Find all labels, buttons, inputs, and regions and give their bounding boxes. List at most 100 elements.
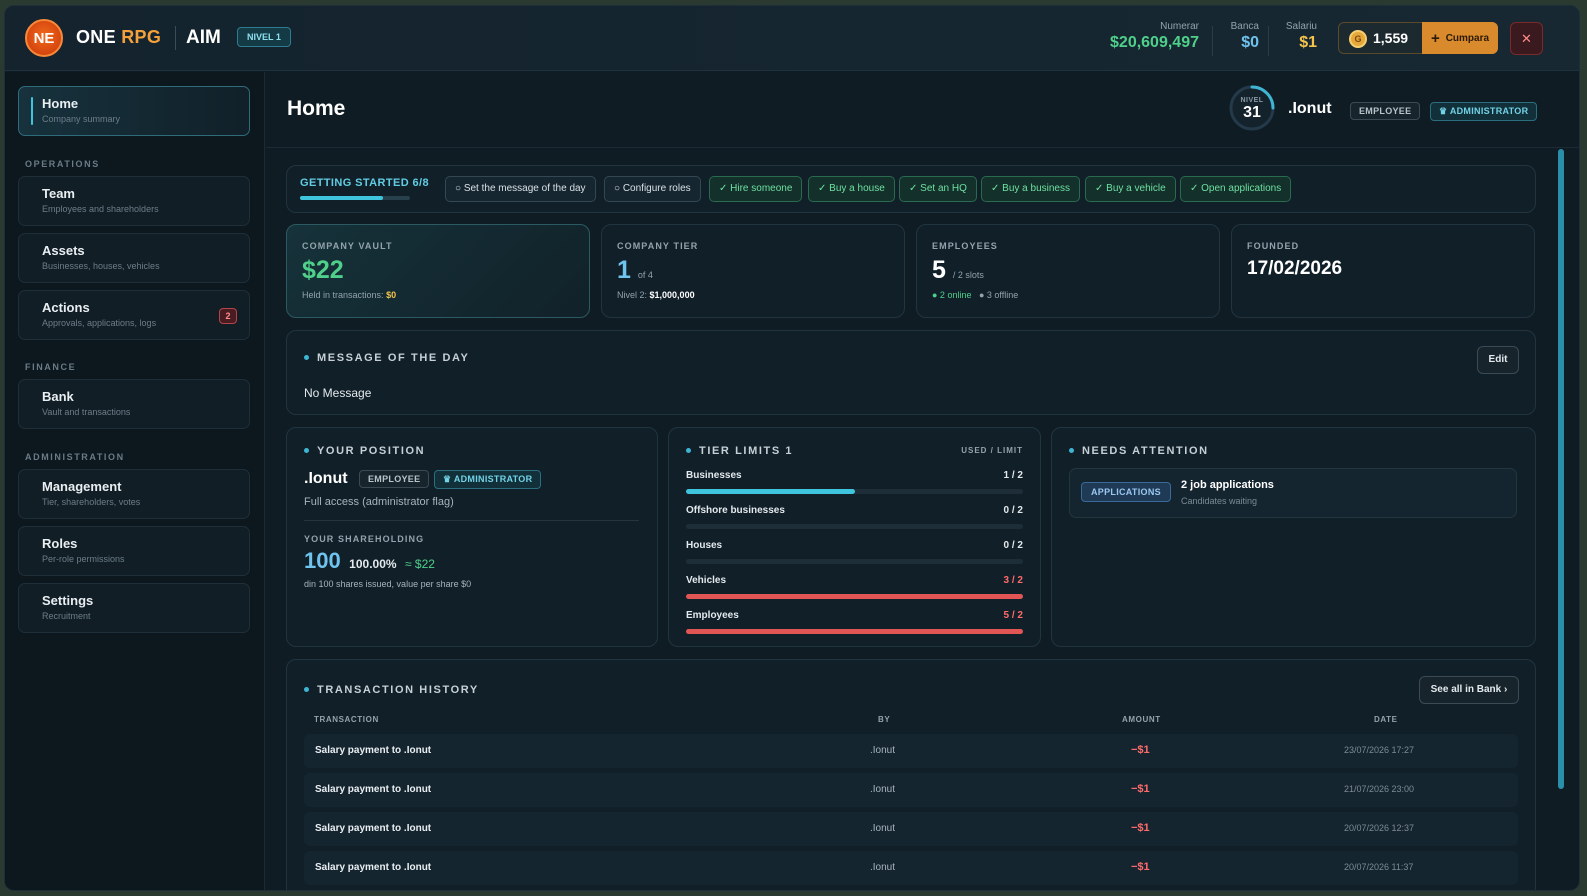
transaction-date: 23/07/2026 17:27 xyxy=(1344,745,1415,755)
table-row[interactable]: Salary payment to .Ionut .Ionut −$1 23/07/2… xyxy=(304,734,1518,768)
limit-name: Vehicles xyxy=(686,575,727,586)
transaction-by: .Ionut xyxy=(870,784,896,795)
offline-count: ● 3 offline xyxy=(978,290,1019,300)
getting-started-step[interactable]: ✓ Buy a business xyxy=(981,176,1080,202)
employees-count: 5 xyxy=(932,256,946,284)
limit-name: Businesses xyxy=(686,470,742,481)
sidebar-item-assets[interactable]: Assets Businesses, houses, vehicles xyxy=(18,233,250,283)
column-header-by: BY xyxy=(878,715,891,724)
getting-started-progress xyxy=(300,196,410,200)
tier-sub: Nivel 2: $1,000,000 xyxy=(617,290,695,300)
tier-next-cost: $1,000,000 xyxy=(649,290,695,300)
sidebar-item-subtitle: Company summary xyxy=(42,114,121,124)
edit-motd-button[interactable]: Edit xyxy=(1477,346,1519,374)
position-access: Full access (administrator flag) xyxy=(304,496,454,508)
brand-one: ONE xyxy=(76,27,116,47)
vault-held-value: $0 xyxy=(386,290,397,300)
section-administration: ADMINISTRATION xyxy=(25,452,125,462)
close-button[interactable]: ✕ xyxy=(1510,22,1543,55)
message-of-the-day-card: MESSAGE OF THE DAY Edit No Message xyxy=(286,330,1536,415)
sidebar-item-roles[interactable]: Roles Per-role permissions xyxy=(18,526,250,576)
getting-started-title: GETTING STARTED 6/8 xyxy=(300,177,430,189)
bank-value: $0 xyxy=(1241,34,1259,51)
admin-chip: ♛ ADMINISTRATOR xyxy=(434,470,542,489)
table-row[interactable]: Salary payment to .Ionut .Ionut −$1 20/07/2… xyxy=(304,851,1518,885)
position-title: YOUR POSITION xyxy=(304,445,425,457)
employees-value: 5 / 2 slots xyxy=(932,256,984,285)
column-header-transaction: TRANSACTION xyxy=(314,715,379,724)
stat-label: COMPANY TIER xyxy=(617,241,699,251)
sidebar-item-management[interactable]: Management Tier, shareholders, votes xyxy=(18,469,250,519)
limit-bar xyxy=(686,629,1023,634)
brand-name: ONE RPG xyxy=(76,27,161,48)
transaction-amount: −$1 xyxy=(1131,861,1150,873)
employees-card: EMPLOYEES 5 / 2 slots ● 2 online ● 3 off… xyxy=(916,224,1220,318)
tier-next-label: Nivel 2: xyxy=(617,290,648,300)
see-all-in-bank-button[interactable]: See all in Bank › xyxy=(1419,676,1519,704)
limit-value: 0 / 2 xyxy=(1003,505,1023,516)
getting-started-step[interactable]: ✓ Open applications xyxy=(1180,176,1292,202)
getting-started-step[interactable]: ○ Configure roles xyxy=(604,176,701,202)
shareholding-values: 100 100.00% ≈ $22 xyxy=(304,548,435,574)
sidebar-item-title: Bank xyxy=(42,389,74,404)
table-row[interactable]: Salary payment to .Ionut .Ionut −$1 20/07/2… xyxy=(304,812,1518,846)
sidebar-item-title: Settings xyxy=(42,593,94,608)
position-name: .Ionut xyxy=(304,470,348,487)
top-bar: NE ONE RPG AIM NIVEL 1 Numerar $20,609,4… xyxy=(5,6,1579,71)
sidebar-item-bank[interactable]: Bank Vault and transactions xyxy=(18,379,250,429)
sidebar-item-settings[interactable]: Settings Recruitment xyxy=(18,583,250,633)
transaction-description: Salary payment to .Ionut xyxy=(315,862,432,873)
getting-started-step[interactable]: ○ Set the message of the day xyxy=(445,176,596,202)
sidebar-item-team[interactable]: Team Employees and shareholders xyxy=(18,176,250,226)
tier-value: 1 of 4 xyxy=(617,256,653,285)
vault-sub-label: Held in transactions: xyxy=(302,290,384,300)
column-header-date: DATE xyxy=(1374,715,1398,724)
salary-display: Salariu $1 xyxy=(1275,21,1317,52)
buy-coins-button[interactable]: + Cumpara xyxy=(1422,22,1498,54)
role-chip: EMPLOYEE xyxy=(359,470,430,488)
table-row[interactable]: Salary payment to .Ionut .Ionut −$1 21/07/2… xyxy=(304,773,1518,807)
getting-started-step[interactable]: ✓ Set an HQ xyxy=(899,176,977,202)
sidebar-item-subtitle: Businesses, houses, vehicles xyxy=(42,261,160,271)
level-number: 31 xyxy=(1243,104,1261,121)
limit-bar xyxy=(686,489,1023,494)
getting-started-step[interactable]: ✓ Buy a vehicle xyxy=(1085,176,1176,202)
limit-name: Houses xyxy=(686,540,723,551)
limit-bar xyxy=(686,559,1023,564)
getting-started-step[interactable]: ✓ Hire someone xyxy=(709,176,803,202)
needs-attention-card: NEEDS ATTENTION APPLICATIONS 2 job appli… xyxy=(1051,427,1536,647)
divider xyxy=(1212,26,1213,56)
stat-label: COMPANY VAULT xyxy=(302,241,393,251)
sidebar-item-title: Management xyxy=(42,479,122,494)
shares-value: ≈ $22 xyxy=(405,557,435,571)
sidebar-item-home[interactable]: Home Company summary xyxy=(18,86,250,136)
getting-started-card: GETTING STARTED 6/8 ○ Set the message of… xyxy=(286,165,1536,213)
tier-of: of 4 xyxy=(637,270,653,280)
limit-row: Vehicles 3 / 2 xyxy=(686,575,1023,599)
scrollbar-thumb[interactable] xyxy=(1558,149,1564,789)
limit-bar-fill xyxy=(686,594,1023,599)
motd-title: MESSAGE OF THE DAY xyxy=(304,352,469,364)
sidebar-item-subtitle: Tier, shareholders, votes xyxy=(42,497,141,507)
sidebar-item-actions[interactable]: Actions Approvals, applications, logs 2 xyxy=(18,290,250,340)
brand-divider xyxy=(175,26,176,50)
progress-fill xyxy=(300,196,383,200)
transaction-amount: −$1 xyxy=(1131,744,1150,756)
cash-label: Numerar xyxy=(1160,21,1199,32)
page-title: Home xyxy=(287,97,346,120)
tier-limits-card: TIER LIMITS 1 USED / LIMIT Businesses 1 /… xyxy=(668,427,1041,647)
stat-label: FOUNDED xyxy=(1247,241,1300,251)
getting-started-step[interactable]: ✓ Buy a house xyxy=(808,176,895,202)
shares-percent: 100.00% xyxy=(349,557,397,571)
attention-item[interactable]: APPLICATIONS 2 job applications Candidat… xyxy=(1069,468,1517,518)
tier-number: 1 xyxy=(617,256,631,284)
transaction-date: 21/07/2026 23:00 xyxy=(1344,784,1415,794)
sidebar-item-subtitle: Recruitment xyxy=(42,611,91,621)
header-username: .Ionut xyxy=(1288,100,1332,117)
buy-label: Cumpara xyxy=(1445,32,1490,44)
transaction-history-card: TRANSACTION HISTORY See all in Bank › TR… xyxy=(286,659,1536,890)
employees-slots: / 2 slots xyxy=(952,270,984,280)
sidebar-item-title: Actions xyxy=(42,300,90,315)
transaction-by: .Ionut xyxy=(870,745,896,756)
sidebar: Home Company summary OPERATIONS Team Emp… xyxy=(5,72,265,890)
